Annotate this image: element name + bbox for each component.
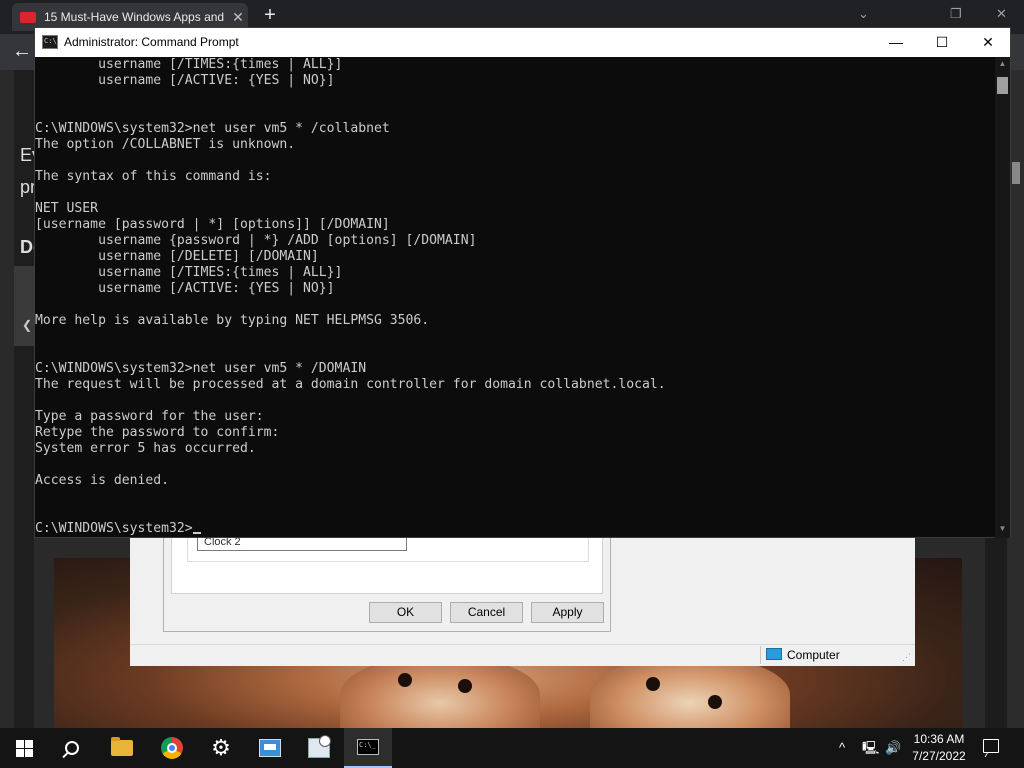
gallery-prev-button[interactable] bbox=[14, 266, 36, 346]
browser-restore-icon[interactable]: ❐ bbox=[950, 6, 962, 22]
chevron-left-icon: ❮ bbox=[22, 318, 33, 332]
file-explorer-button[interactable] bbox=[98, 728, 146, 768]
console-scrollbar[interactable]: ▲ ▼ bbox=[995, 57, 1010, 538]
console-line: username [/DELETE] [/DOMAIN] bbox=[35, 249, 319, 264]
command-prompt-window: C:\_ Administrator: Command Prompt — ☐ ✕… bbox=[34, 27, 1011, 538]
cmd-app-icon[interactable]: C:\_ bbox=[42, 35, 61, 49]
maximize-button[interactable]: ☐ bbox=[919, 28, 965, 57]
browser-tab-title: 15 Must-Have Windows Apps and bbox=[44, 10, 225, 24]
console-line: The syntax of this command is: bbox=[35, 169, 272, 184]
cancel-button[interactable]: Cancel bbox=[450, 602, 523, 623]
volume-icon[interactable]: 🔊 bbox=[885, 728, 901, 768]
date-time-button[interactable] bbox=[295, 728, 343, 768]
windows-logo-icon bbox=[15, 739, 33, 757]
control-panel-icon bbox=[259, 739, 281, 757]
taskbar: ⚙ C:\_ ^ 🖳 🔊 10:36 AM 7/27/2022 bbox=[0, 728, 1024, 768]
console-line: System error 5 has occurred. bbox=[35, 441, 256, 456]
chrome-icon bbox=[161, 737, 183, 759]
scroll-down-arrow-icon[interactable]: ▼ bbox=[995, 524, 1010, 533]
settings-button[interactable]: ⚙ bbox=[197, 728, 245, 768]
chrome-button[interactable] bbox=[148, 728, 196, 768]
apply-button[interactable]: Apply bbox=[531, 602, 604, 623]
resize-grip-icon[interactable]: ⋰ bbox=[902, 652, 911, 663]
desktop: 15 Must-Have Windows Apps and ✕ + ⌄ ❐ ✕ … bbox=[0, 0, 1024, 768]
console-line: Access is denied. bbox=[35, 473, 170, 488]
clock-name-field[interactable]: Clock 2 bbox=[197, 537, 407, 551]
console-line: username [/TIMES:{times | ALL}] bbox=[35, 57, 343, 72]
browser-close-icon[interactable]: ✕ bbox=[996, 6, 1007, 22]
search-icon bbox=[65, 741, 79, 755]
system-clock[interactable]: 10:36 AM 7/27/2022 bbox=[905, 731, 973, 765]
scroll-up-arrow-icon[interactable]: ▲ bbox=[995, 59, 1010, 68]
console-line: C:\WINDOWS\system32>net user vm5 * /DOMA… bbox=[35, 361, 367, 376]
fox-kit-photo-left bbox=[340, 655, 540, 735]
page-scrollbar-thumb[interactable] bbox=[1012, 162, 1020, 184]
console-line: NET USER bbox=[35, 201, 99, 216]
console-line: C:\WINDOWS\system32>net user vm5 * /coll… bbox=[35, 121, 390, 136]
console-line: username [/ACTIVE: {YES | NO}] bbox=[35, 281, 335, 296]
console-line: More help is available by typing NET HEL… bbox=[35, 313, 430, 328]
start-button[interactable] bbox=[0, 728, 48, 768]
console-line: Retype the password to confirm: bbox=[35, 425, 280, 440]
console-line: username {password | *} /ADD [options] [… bbox=[35, 233, 477, 248]
status-divider bbox=[760, 646, 761, 664]
page-left-margin bbox=[14, 70, 34, 730]
network-icon[interactable]: 🖳 bbox=[862, 728, 879, 768]
site-favicon-icon bbox=[20, 11, 36, 23]
gear-icon: ⚙ bbox=[211, 735, 231, 760]
clock-time: 10:36 AM bbox=[913, 732, 965, 746]
control-panel-button[interactable] bbox=[246, 728, 294, 768]
minimize-button[interactable]: — bbox=[873, 28, 919, 57]
console-line: C:\WINDOWS\system32> bbox=[35, 521, 201, 537]
computer-icon bbox=[766, 648, 782, 660]
console-line: The option /COLLABNET is unknown. bbox=[35, 137, 296, 152]
console-line: Type a password for the user: bbox=[35, 409, 264, 424]
folder-icon bbox=[111, 737, 133, 756]
console-line: [username [password | *] [options]] [/DO… bbox=[35, 217, 390, 232]
date-time-icon bbox=[308, 735, 331, 758]
notification-center-icon[interactable] bbox=[983, 739, 999, 753]
close-button[interactable]: ✕ bbox=[965, 28, 1011, 57]
console-line: username [/TIMES:{times | ALL}] bbox=[35, 265, 343, 280]
console-scrollbar-thumb[interactable] bbox=[997, 77, 1008, 94]
console-line: The request will be processed at a domai… bbox=[35, 377, 666, 392]
console-output[interactable]: username [/TIMES:{times | ALL}] username… bbox=[35, 57, 995, 538]
new-tab-button[interactable]: + bbox=[258, 4, 282, 27]
console-line: username [/ACTIVE: {YES | NO}] bbox=[35, 73, 335, 88]
back-arrow-icon[interactable]: ← bbox=[12, 40, 32, 63]
command-prompt-icon: C:\_ bbox=[357, 739, 379, 755]
tab-close-icon[interactable]: ✕ bbox=[228, 9, 248, 26]
text-cursor bbox=[192, 532, 201, 534]
chevron-down-icon[interactable]: ⌄ bbox=[858, 6, 869, 22]
fox-kit-photo-right bbox=[590, 655, 790, 735]
clock-date: 7/27/2022 bbox=[912, 749, 966, 763]
show-hidden-icons-chevron-icon[interactable]: ^ bbox=[839, 728, 845, 768]
cmd-title-bar[interactable]: C:\_ Administrator: Command Prompt — ☐ ✕ bbox=[35, 28, 1010, 57]
ok-button[interactable]: OK bbox=[369, 602, 442, 623]
window-title: Administrator: Command Prompt bbox=[64, 35, 239, 49]
status-zone-label: Computer bbox=[787, 648, 840, 662]
command-prompt-taskbar-button[interactable]: C:\_ bbox=[344, 728, 392, 768]
search-button[interactable] bbox=[48, 728, 96, 768]
